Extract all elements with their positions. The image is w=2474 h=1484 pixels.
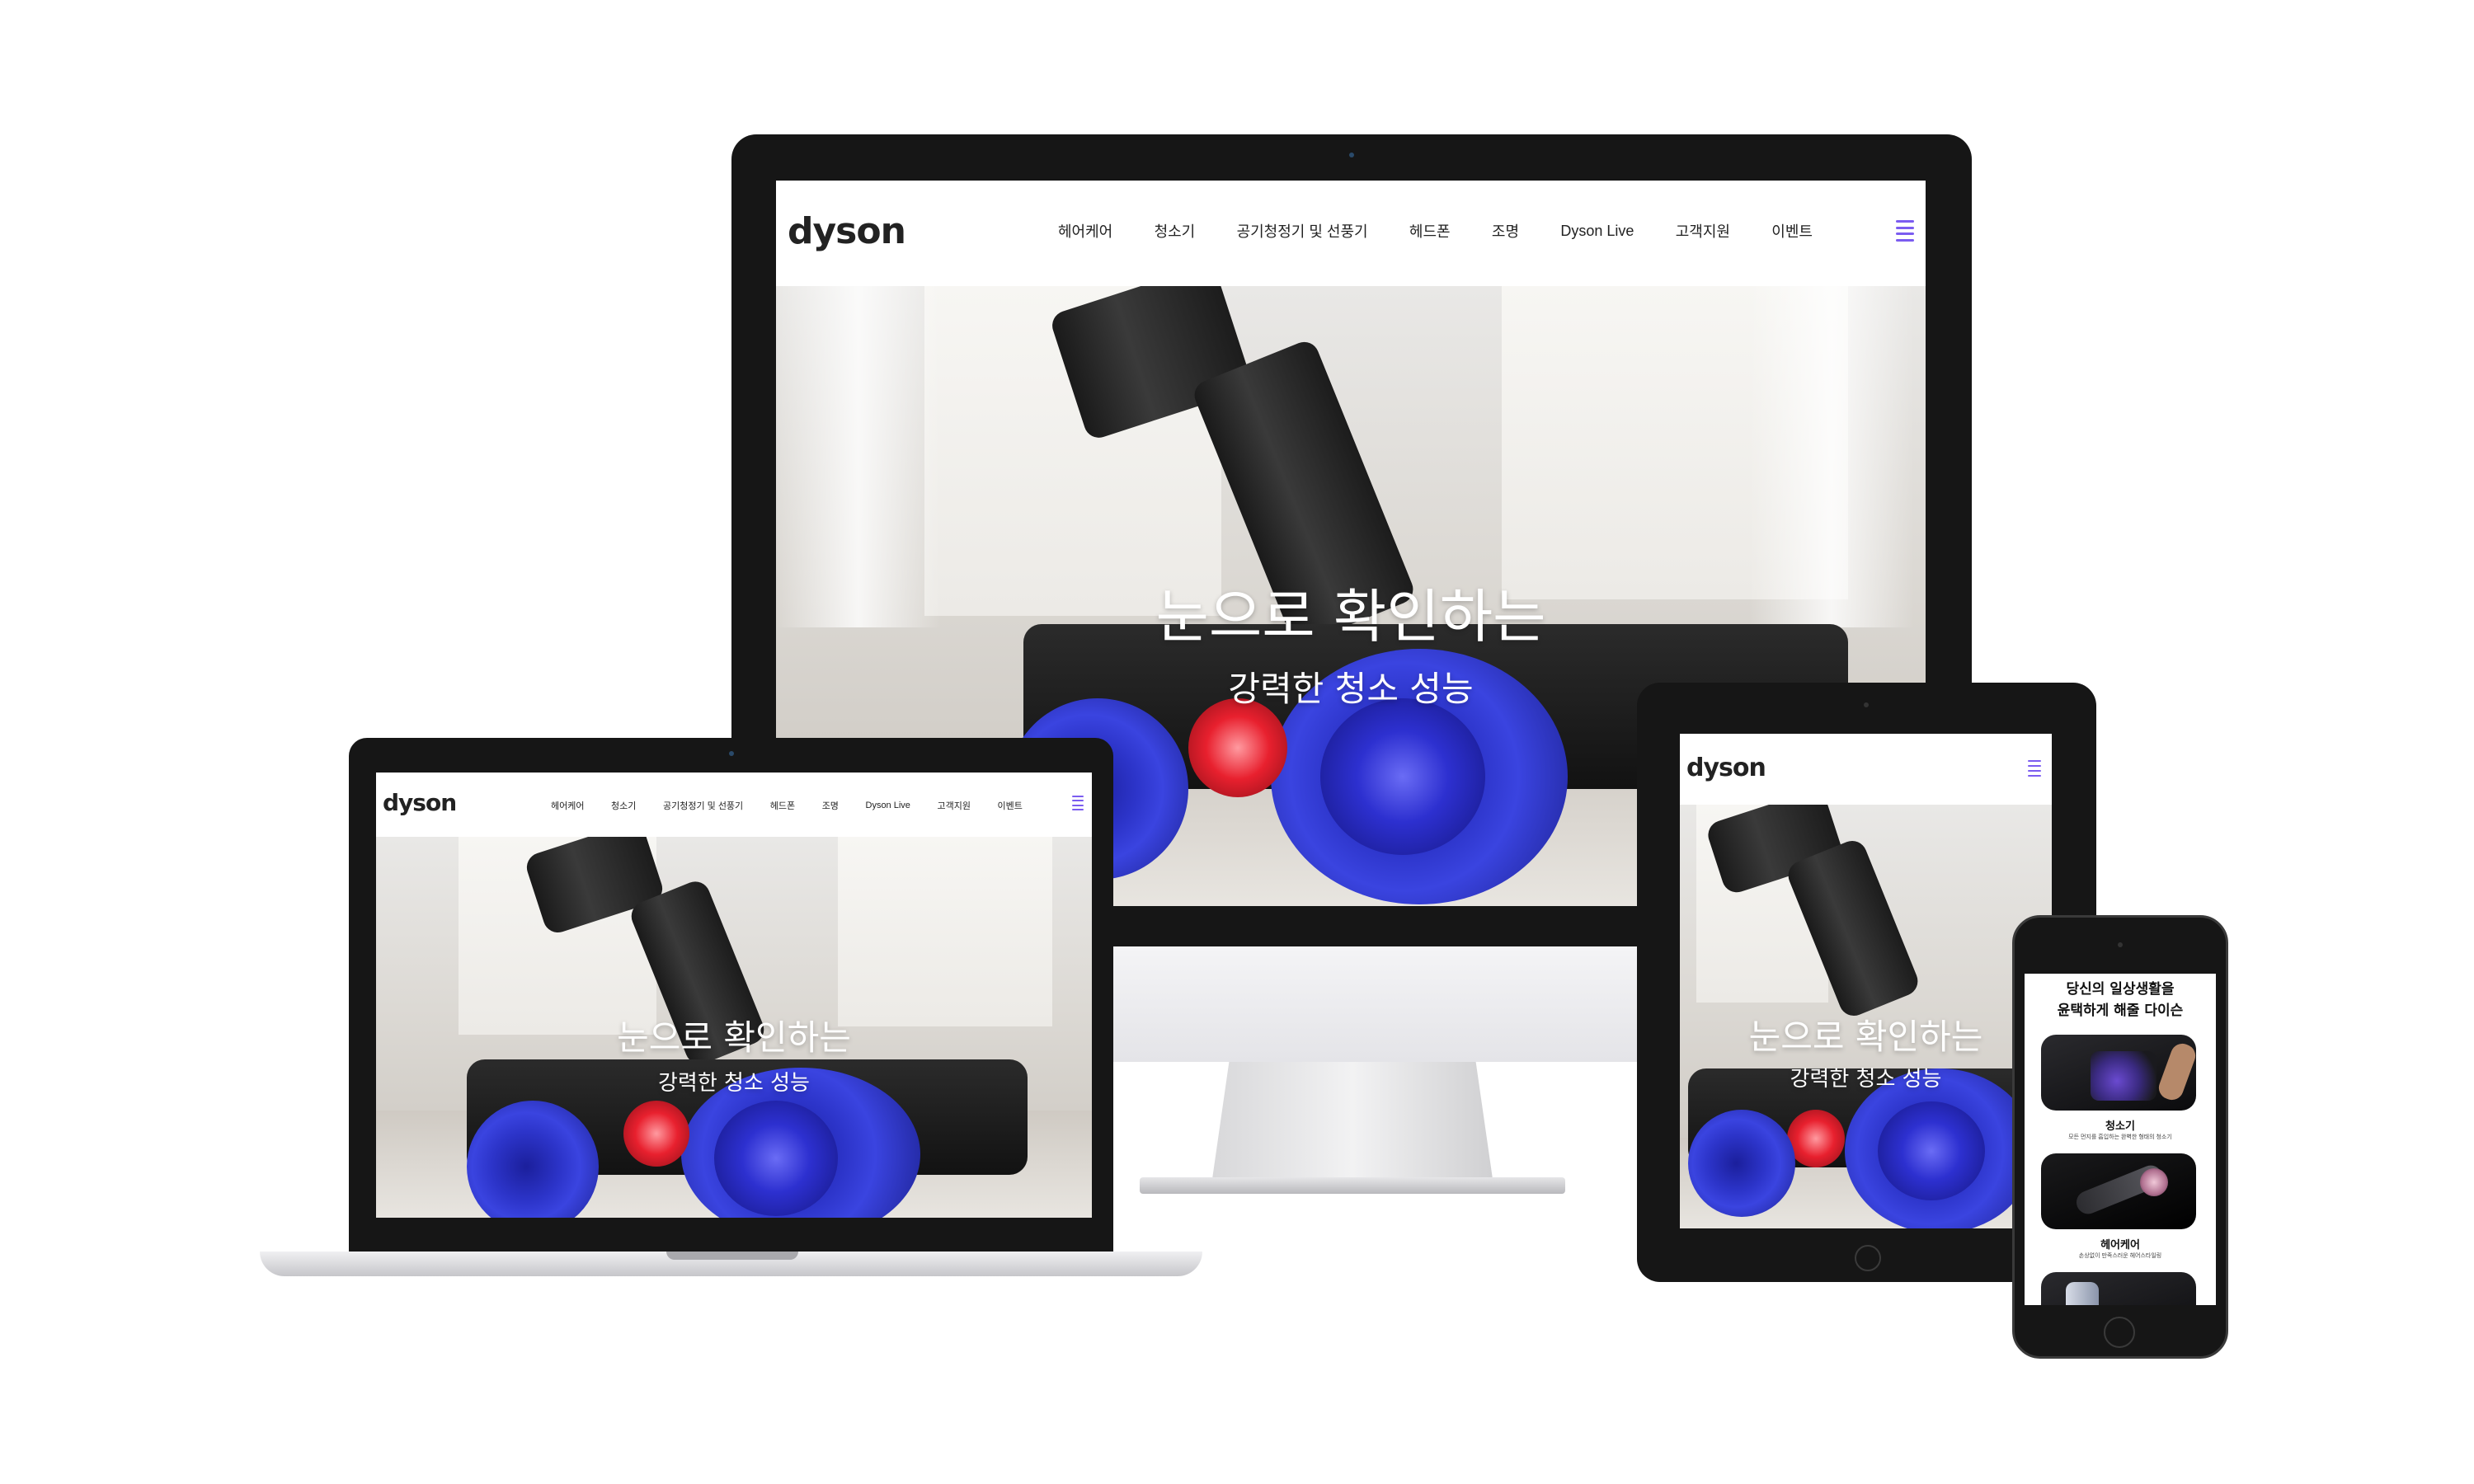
hamburger-icon[interactable] [1072, 796, 1084, 810]
hero-title: 눈으로 확인하는 [1155, 583, 1546, 650]
monitor-stand-base [1140, 1177, 1565, 1194]
mobile-heading-line1: 당신의 일상생활을 [2066, 981, 2175, 998]
nav-item-lighting[interactable]: 조명 [1492, 220, 1519, 242]
hero-banner: 눈으로 확인하는 강력한 청소 성능 [1680, 805, 2052, 1228]
hamburger-icon[interactable] [2028, 760, 2041, 777]
product-card-vacuum-label: 청소기 [2105, 1120, 2135, 1133]
nav-item-lighting[interactable]: 조명 [822, 799, 839, 812]
monitor-stand [1212, 1062, 1493, 1179]
nav-item-support[interactable]: 고객지원 [937, 799, 970, 812]
nav-item-dyson-live[interactable]: Dyson Live [1560, 223, 1634, 240]
mobile-heading: 당신의 일상생활을 윤택하게 해줄 다이슨 [2025, 979, 2216, 1021]
mobile-heading-line2: 윤택하게 해줄 다이슨 [2057, 1003, 2184, 1019]
hero-subtitle: 강력한 청소 성능 [1790, 1067, 1942, 1092]
phone-camera [2118, 942, 2123, 947]
product-card-air-purifier[interactable] [2041, 1272, 2196, 1305]
nav-item-vacuum[interactable]: 청소기 [1155, 220, 1196, 242]
product-card-haircare-label: 헤어케어 [2100, 1239, 2140, 1252]
desktop-main-menu: 헤어케어 청소기 공기청정기 및 선풍기 헤드폰 조명 Dyson Live 고… [1058, 220, 1813, 242]
hero-subtitle: 강력한 청소 성능 [658, 1071, 810, 1096]
laptop-screen: dyson 헤어케어 청소기 공기청정기 및 선풍기 헤드폰 조명 Dyson … [376, 773, 1092, 1218]
tablet-home-button[interactable] [1855, 1245, 1881, 1271]
nav-item-haircare[interactable]: 헤어케어 [1058, 220, 1112, 242]
desktop-nav-bar: dyson 헤어케어 청소기 공기청정기 및 선풍기 헤드폰 조명 Dyson … [776, 181, 1926, 286]
tablet-nav-bar: dyson [1680, 734, 2052, 805]
tablet-camera [1864, 702, 1869, 707]
nav-item-air-purifier[interactable]: 공기청정기 및 선풍기 [663, 799, 743, 812]
dyson-logo[interactable]: dyson [788, 210, 906, 252]
hamburger-icon[interactable] [1896, 220, 1914, 242]
nav-item-vacuum[interactable]: 청소기 [611, 799, 636, 812]
dyson-logo[interactable]: dyson [383, 789, 457, 816]
nav-item-air-purifier[interactable]: 공기청정기 및 선풍기 [1237, 220, 1368, 242]
laptop-main-menu: 헤어케어 청소기 공기청정기 및 선풍기 헤드폰 조명 Dyson Live 고… [551, 799, 1023, 812]
nav-item-headphones[interactable]: 헤드폰 [770, 799, 795, 812]
nav-item-headphones[interactable]: 헤드폰 [1409, 220, 1451, 242]
laptop-camera [729, 751, 734, 756]
product-card-vacuum[interactable] [2041, 1035, 2196, 1111]
nav-item-event[interactable]: 이벤트 [1771, 220, 1813, 242]
dyson-logo[interactable]: dyson [1686, 754, 1766, 782]
phone-frame: 당신의 일상생활을 윤택하게 해줄 다이슨 청소기 모든 먼지를 흡입하는 완벽… [2012, 915, 2228, 1359]
hero-title: 눈으로 확인하는 [1748, 1017, 1983, 1057]
phone-screen: 당신의 일상생활을 윤택하게 해줄 다이슨 청소기 모든 먼지를 흡입하는 완벽… [2025, 974, 2216, 1305]
laptop-frame: dyson 헤어케어 청소기 공기청정기 및 선풍기 헤드폰 조명 Dyson … [349, 738, 1113, 1252]
phone-home-button[interactable] [2104, 1317, 2135, 1348]
product-card-haircare-desc: 손상없이 만족스러운 헤어스타일링 [2078, 1253, 2162, 1259]
nav-item-support[interactable]: 고객지원 [1676, 220, 1730, 242]
monitor-camera [1349, 153, 1354, 157]
product-card-haircare[interactable] [2041, 1153, 2196, 1229]
nav-item-dyson-live[interactable]: Dyson Live [866, 801, 910, 810]
product-card-vacuum-desc: 모든 먼지를 흡입하는 완벽한 형태의 청소기 [2068, 1134, 2172, 1140]
nav-item-event[interactable]: 이벤트 [998, 799, 1023, 812]
laptop-notch [666, 1252, 798, 1260]
tablet-screen: dyson 눈으로 확인하는 강력한 청소 성능 [1680, 734, 2052, 1228]
hero-banner: 눈으로 확인하는 강력한 청소 성능 [376, 837, 1092, 1218]
nav-item-haircare[interactable]: 헤어케어 [551, 799, 584, 812]
laptop-nav-bar: dyson 헤어케어 청소기 공기청정기 및 선풍기 헤드폰 조명 Dyson … [376, 773, 1092, 837]
hero-title: 눈으로 확인하는 [617, 1017, 851, 1058]
